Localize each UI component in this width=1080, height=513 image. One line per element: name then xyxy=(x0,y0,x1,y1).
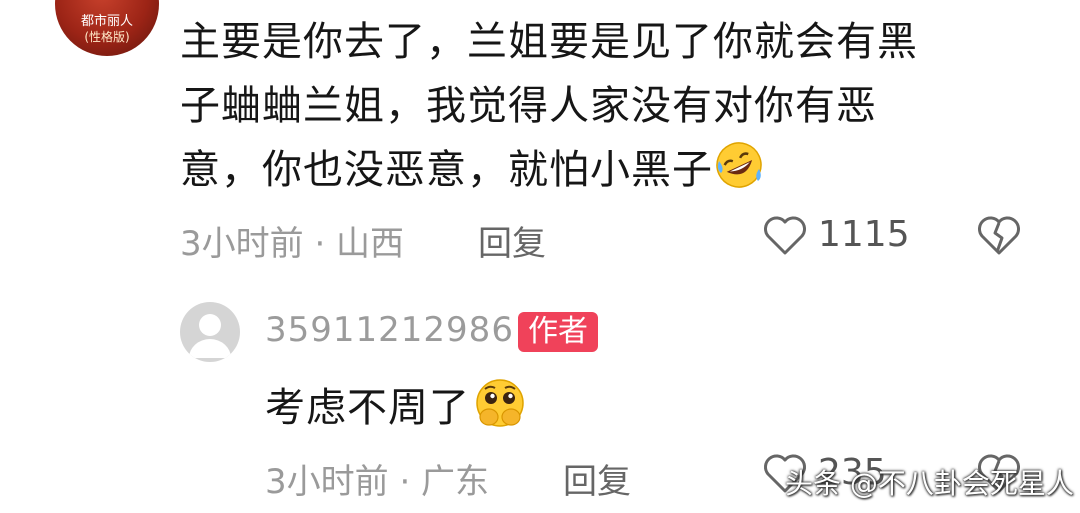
author-badge: 作者 xyxy=(518,312,598,352)
like-count: 1115 xyxy=(818,214,910,255)
comment-line-text: 意，你也没恶意，就怕小黑子 xyxy=(180,147,713,193)
default-user-icon xyxy=(189,314,231,358)
rolling-laughing-emoji xyxy=(713,139,765,210)
avatar-text-1: 都市丽人 xyxy=(80,14,133,29)
broken-heart-icon xyxy=(978,216,1020,255)
pleading-face-emoji xyxy=(472,377,528,441)
watermark: 头条 @不八卦会死星人 xyxy=(785,467,1074,500)
commenter-avatar[interactable]: 都市丽人 (性格版) xyxy=(55,0,159,56)
like-button[interactable] xyxy=(762,214,808,260)
comment-line: 意，你也没恶意，就怕小黑子 xyxy=(180,138,1010,210)
reply-username[interactable]: 35911212986 xyxy=(265,310,514,350)
comment-line: 子蛐蛐兰姐，我觉得人家没有对你有恶 xyxy=(180,83,877,129)
reply-avatar[interactable] xyxy=(180,302,240,362)
comment-line: 主要是你去了，兰姐要是见了你就会有黑 xyxy=(180,19,918,65)
reply-button[interactable]: 回复 xyxy=(478,216,546,265)
dislike-button[interactable] xyxy=(976,214,1022,260)
comment-body: 主要是你去了，兰姐要是见了你就会有黑 子蛐蛐兰姐，我觉得人家没有对你有恶 意，你… xyxy=(180,10,1010,210)
reply-text: 考虑不周了 xyxy=(265,385,470,431)
heart-outline-icon xyxy=(764,216,806,255)
comment-meta: 3小时前 · 山西 xyxy=(180,224,405,264)
reply-body: 考虑不周了 xyxy=(265,375,528,441)
avatar-text-2: (性格版) xyxy=(84,30,130,44)
reply-meta: 3小时前 · 广东 xyxy=(265,462,490,502)
reply-reply-button[interactable]: 回复 xyxy=(563,454,631,503)
